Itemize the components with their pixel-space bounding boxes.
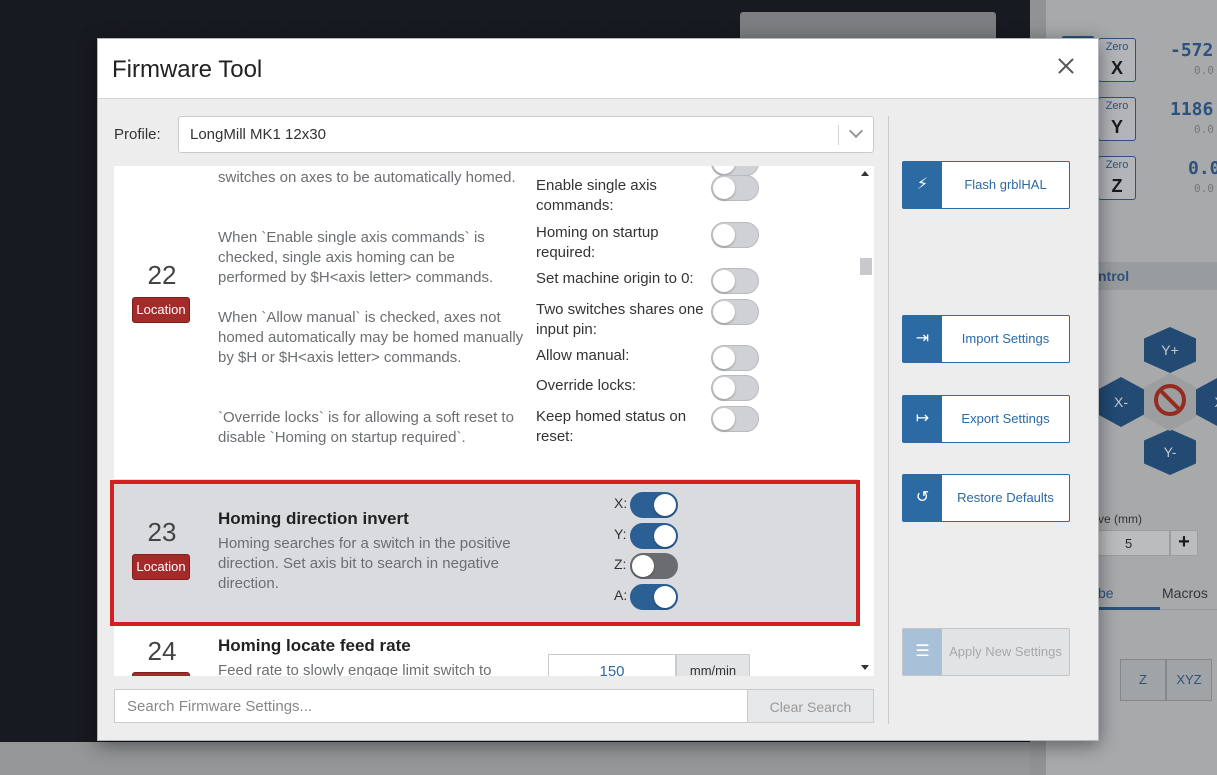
profile-label: Profile: (114, 126, 161, 143)
clear-search-button[interactable]: Clear Search (747, 689, 874, 723)
toggle-allow-manual[interactable] (711, 345, 759, 371)
scroll-down-arrow-icon[interactable] (861, 665, 869, 670)
setting-22-desc-4: `Override locks` is for allowing a soft … (218, 409, 514, 446)
option-label-homing-startup: Homing on startup required: (536, 224, 659, 261)
chevron-down-icon[interactable] (848, 123, 864, 139)
file-export-icon: ↦ (903, 396, 942, 442)
export-settings-button[interactable]: ↦ Export Settings (902, 395, 1070, 443)
dialog-header: Firmware Tool (98, 39, 1098, 99)
file-import-icon: ⇥ (903, 316, 942, 362)
highlight-outline (110, 480, 860, 626)
toggle-override-locks[interactable] (711, 375, 759, 401)
option-label-allow-manual: Allow manual: (536, 347, 630, 364)
setting-24-location-button[interactable] (132, 672, 190, 676)
toggle-machine-origin[interactable] (711, 268, 759, 294)
setting-24-desc: Feed rate to slowly engage limit switch … (218, 662, 492, 676)
search-firmware-input[interactable]: Search Firmware Settings... (114, 689, 748, 723)
apply-new-settings-button[interactable]: ☰ Apply New Settings (902, 628, 1070, 676)
setting-24-title: Homing locate feed rate (218, 636, 411, 655)
checklist-icon: ☰ (903, 629, 942, 675)
setting-22-number: 22 (147, 260, 177, 290)
import-settings-button[interactable]: ⇥ Import Settings (902, 315, 1070, 363)
settings-scrollbar[interactable] (858, 166, 874, 676)
feed-rate-unit: mm/min (676, 654, 750, 676)
profile-select[interactable]: LongMill MK1 12x30 (178, 116, 874, 153)
restore-defaults-button[interactable]: ↺ Restore Defaults (902, 474, 1070, 522)
setting-22-desc-3: When `Allow manual` is checked, axes not… (218, 309, 524, 366)
scroll-up-arrow-icon[interactable] (861, 171, 869, 176)
close-icon[interactable] (1052, 52, 1080, 80)
setting-24-number: 24 (147, 636, 177, 666)
setting-22-desc-1: switches on axes to be automatically hom… (218, 169, 516, 186)
export-settings-label: Export Settings (961, 411, 1050, 426)
option-label-machine-origin: Set machine origin to 0: (536, 270, 694, 287)
flash-grblhal-button[interactable]: ⚡ Flash grblHAL (902, 161, 1070, 209)
select-separator (838, 125, 839, 145)
undo-icon: ↺ (903, 475, 942, 521)
profile-selected-value: LongMill MK1 12x30 (190, 126, 326, 143)
setting-22-desc-2: When `Enable single axis commands` is ch… (218, 229, 494, 286)
feed-rate-input[interactable]: 150 (548, 654, 676, 676)
option-label-two-switches: Two switches shares one input pin: (536, 301, 704, 338)
setting-22-location-button[interactable]: Location (132, 297, 190, 323)
import-settings-label: Import Settings (961, 331, 1050, 346)
lightning-icon: ⚡ (903, 162, 942, 208)
actions-divider (888, 116, 889, 724)
option-label-single-axis: Enable single axis commands: (536, 177, 657, 214)
toggle-single-axis[interactable] (711, 175, 759, 201)
toggle-keep-homed[interactable] (711, 406, 759, 432)
firmware-tool-dialog: Firmware Tool Profile: LongMill MK1 12x3… (97, 38, 1099, 741)
toggle-homing-startup[interactable] (711, 222, 759, 248)
scroll-thumb[interactable] (860, 258, 872, 275)
dialog-title: Firmware Tool (112, 56, 263, 83)
toggle-two-switches[interactable] (711, 299, 759, 325)
apply-new-settings-label: Apply New Settings (949, 644, 1062, 659)
restore-defaults-label: Restore Defaults (957, 490, 1054, 505)
option-label-override-locks: Override locks: (536, 377, 637, 394)
flash-grblhal-label: Flash grblHAL (964, 177, 1047, 192)
option-label-keep-homed: Keep homed status on reset: (536, 408, 687, 445)
